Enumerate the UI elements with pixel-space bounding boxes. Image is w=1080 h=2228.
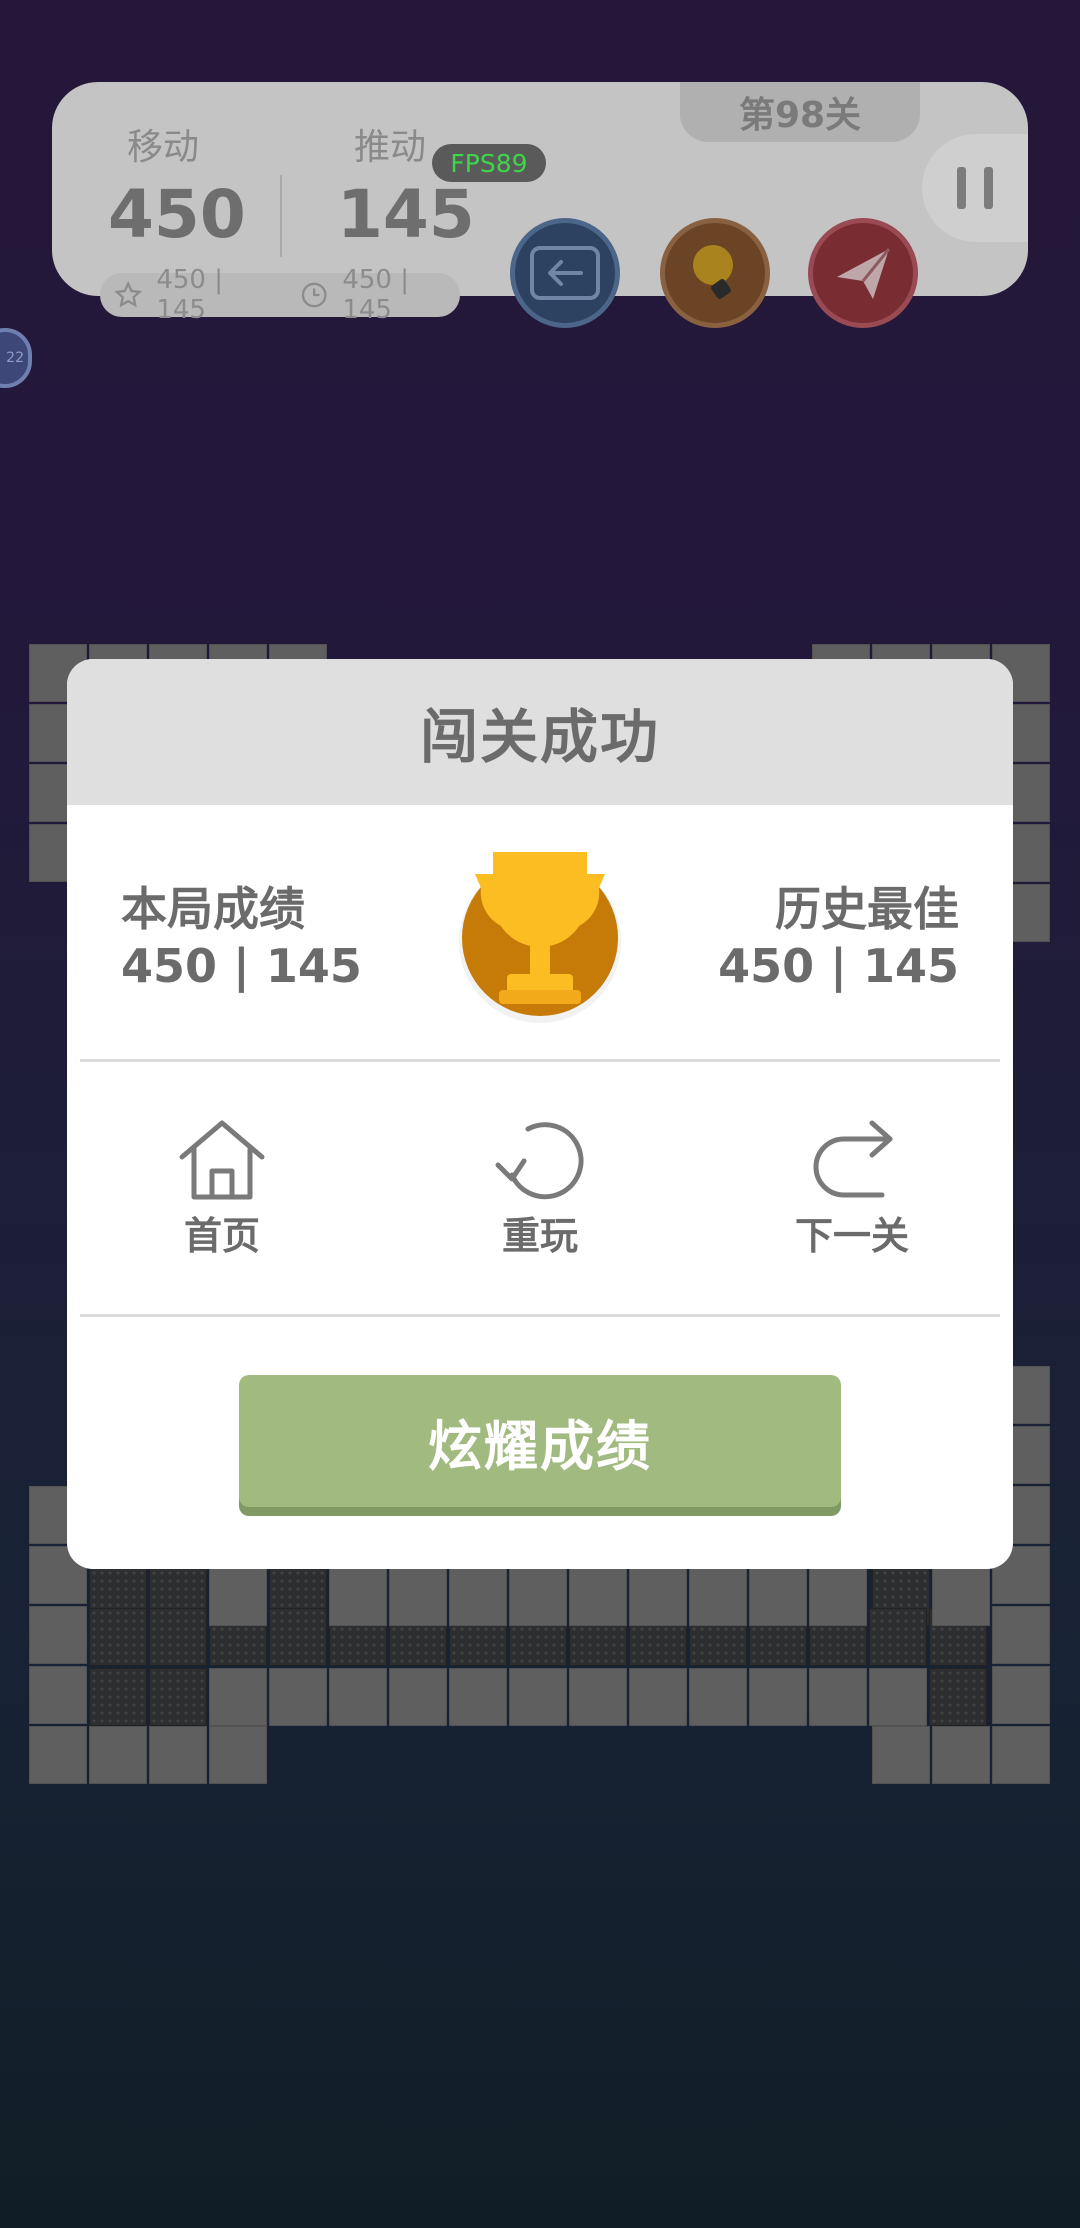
home-label: 首页 (183, 1214, 260, 1258)
dialog-title: 闯关成功 (67, 659, 1013, 805)
level-complete-dialog: 闯关成功 本局成绩 450 | 145 历史最佳 450 | 145 首页 重玩 (67, 659, 1013, 1569)
divider (80, 1314, 1000, 1317)
replay-button[interactable]: 重玩 (475, 1117, 605, 1260)
show-off-score-button[interactable]: 炫耀成绩 (239, 1375, 841, 1507)
next-icon (813, 1120, 893, 1198)
best-score-value: 450 | 145 (718, 939, 959, 993)
current-score-label: 本局成绩 (121, 882, 305, 936)
home-icon (179, 1120, 265, 1200)
divider (80, 1059, 1000, 1062)
replay-label: 重玩 (501, 1214, 578, 1258)
home-button[interactable]: 首页 (157, 1117, 287, 1260)
trophy-icon (457, 844, 623, 1030)
next-level-button[interactable]: 下一关 (782, 1117, 922, 1260)
current-score-value: 450 | 145 (121, 939, 362, 993)
next-level-label: 下一关 (794, 1214, 909, 1258)
best-score-label: 历史最佳 (775, 882, 959, 936)
replay-icon (495, 1122, 584, 1200)
